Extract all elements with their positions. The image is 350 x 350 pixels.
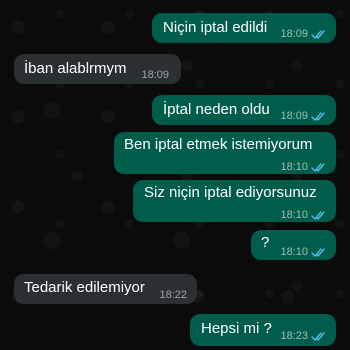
message-time: 18:09	[280, 28, 308, 40]
read-ticks-icon	[311, 247, 325, 257]
message-meta: 18:09	[141, 66, 169, 84]
message-bubble-outgoing[interactable]: Hepsi mi ? 18:23	[190, 314, 336, 346]
read-ticks-icon	[311, 111, 325, 121]
message-meta: 18:22	[159, 286, 187, 304]
message-text: Hepsi mi ?	[201, 320, 272, 337]
message-bubble-outgoing[interactable]: İptal neden oldu 18:09	[152, 95, 336, 125]
message-meta: 18:10	[280, 243, 327, 261]
message-meta: 18:09	[280, 107, 327, 125]
message-time: 18:22	[159, 289, 187, 301]
message-meta: 18:10	[280, 158, 327, 176]
message-bubble-outgoing[interactable]: Niçin iptal edildi 18:09	[152, 13, 336, 43]
message-text: Ben iptal etmek istemiyorum	[124, 136, 313, 153]
message-time: 18:09	[141, 69, 169, 81]
message-text: Niçin iptal edildi	[163, 19, 268, 36]
read-ticks-icon	[311, 29, 325, 39]
message-time: 18:10	[280, 161, 308, 173]
message-meta: 18:23	[280, 327, 327, 345]
message-text: Siz niçin iptal ediyorsunuz	[144, 184, 317, 201]
message-time: 18:10	[280, 209, 308, 221]
message-meta: 18:09	[280, 25, 327, 43]
message-bubble-incoming[interactable]: İban alablrmym 18:09	[14, 54, 181, 84]
message-time: 18:23	[280, 330, 308, 342]
message-meta: 18:10	[280, 206, 327, 224]
read-ticks-icon	[311, 210, 325, 220]
message-text: Tedarik edilemiyor	[24, 279, 145, 296]
chat-conversation: Niçin iptal edildi 18:09 İban alablrmym …	[0, 0, 350, 350]
read-ticks-icon	[311, 331, 325, 341]
message-bubble-outgoing[interactable]: ? 18:10	[251, 230, 336, 260]
message-text: İban alablrmym	[24, 60, 127, 77]
message-time: 18:10	[280, 246, 308, 258]
message-time: 18:09	[280, 110, 308, 122]
message-bubble-incoming[interactable]: Tedarik edilemiyor 18:22	[14, 274, 197, 304]
message-text: İptal neden oldu	[163, 101, 270, 118]
message-bubble-outgoing[interactable]: Ben iptal etmek istemiyorum 18:10	[114, 132, 336, 174]
message-text: ?	[261, 234, 270, 251]
message-bubble-outgoing[interactable]: Siz niçin iptal ediyorsunuz 18:10	[133, 180, 336, 222]
read-ticks-icon	[311, 162, 325, 172]
